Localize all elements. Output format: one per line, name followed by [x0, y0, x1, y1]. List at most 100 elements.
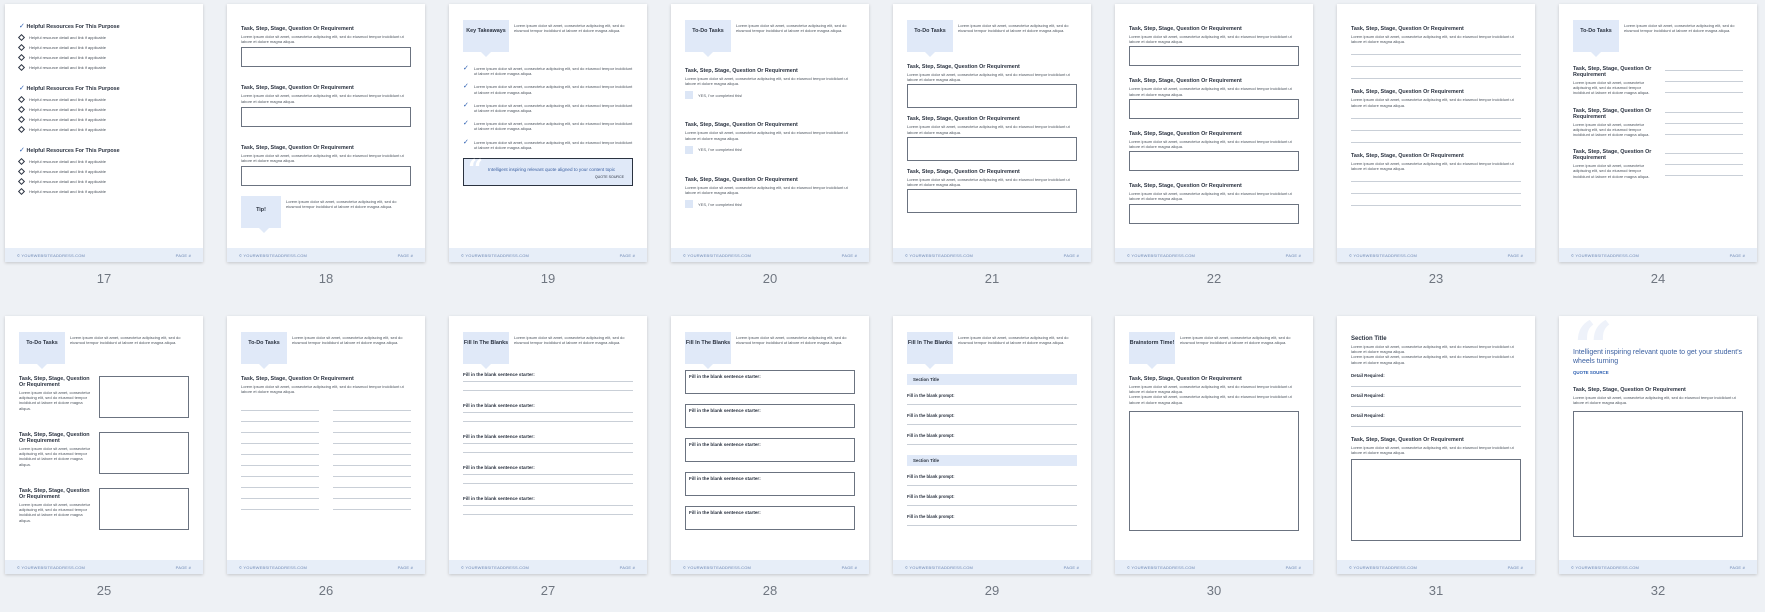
answer-box[interactable]: [99, 488, 189, 530]
answer-line[interactable]: [463, 443, 633, 444]
answer-line[interactable]: [241, 454, 319, 456]
answer-line[interactable]: [1665, 133, 1743, 135]
answer-line[interactable]: [333, 476, 411, 478]
answer-line[interactable]: [241, 476, 319, 478]
answer-line[interactable]: [333, 443, 411, 445]
completed-checkbox[interactable]: YES, I've completed this!: [685, 145, 855, 155]
answer-box[interactable]: [241, 106, 411, 127]
answer-line[interactable]: [463, 452, 633, 453]
answer-line[interactable]: [1351, 78, 1521, 80]
page-thumbnail[interactable]: To-Do Tasks Lorem ipsum dolor sit amet, …: [5, 316, 203, 598]
todo-badge: To-Do Tasks: [685, 20, 731, 57]
answer-line[interactable]: [907, 485, 1077, 486]
answer-line[interactable]: [1351, 405, 1521, 407]
answer-box[interactable]: [1129, 151, 1299, 172]
answer-line[interactable]: [333, 421, 411, 423]
fill-box[interactable]: Fill in the blank sentence starter:: [685, 506, 855, 530]
answer-line[interactable]: [333, 465, 411, 467]
answer-line[interactable]: [1351, 205, 1521, 207]
answer-box[interactable]: [1129, 203, 1299, 224]
page-thumbnail[interactable]: Key Takeaways Lorem ipsum dolor sit amet…: [449, 4, 647, 286]
answer-line[interactable]: [463, 412, 633, 413]
page-thumbnail[interactable]: To-Do Tasks Lorem ipsum dolor sit amet, …: [893, 4, 1091, 286]
page-thumbnail[interactable]: Section Title Lorem ipsum dolor sit amet…: [1337, 316, 1535, 598]
answer-line[interactable]: [241, 465, 319, 467]
answer-line[interactable]: [1665, 122, 1743, 124]
answer-line[interactable]: [907, 525, 1077, 526]
page-thumbnail[interactable]: Task, Step, Stage, Question Or Requireme…: [1115, 4, 1313, 286]
answer-line[interactable]: [907, 444, 1077, 445]
answer-line[interactable]: [1351, 66, 1521, 68]
answer-line[interactable]: [333, 498, 411, 500]
answer-line[interactable]: [1665, 92, 1743, 93]
answer-line[interactable]: [1665, 164, 1743, 166]
answer-line[interactable]: [241, 432, 319, 434]
task-block: Task, Step, Stage, Question Or Requireme…: [241, 26, 411, 68]
completed-checkbox[interactable]: YES, I've completed this!: [685, 199, 855, 209]
answer-line[interactable]: [333, 509, 411, 511]
answer-line[interactable]: [1351, 141, 1521, 143]
answer-line[interactable]: [463, 381, 633, 382]
answer-line[interactable]: [463, 474, 633, 475]
page-thumbnail[interactable]: Fill In The Blanks Lorem ipsum dolor sit…: [893, 316, 1091, 598]
answer-line[interactable]: [333, 432, 411, 434]
answer-line[interactable]: [463, 505, 633, 506]
fill-box[interactable]: Fill in the blank sentence starter:: [685, 370, 855, 394]
answer-line[interactable]: [463, 483, 633, 484]
answer-box[interactable]: [241, 47, 411, 68]
answer-line[interactable]: [241, 498, 319, 500]
page-thumbnail[interactable]: Task, Step, Stage, Question Or Requireme…: [227, 4, 425, 286]
answer-line[interactable]: [1665, 70, 1743, 71]
answer-line[interactable]: [907, 404, 1077, 405]
page-thumbnail[interactable]: ✓ Helpful Resources For This Purpose Hel…: [5, 4, 203, 286]
answer-box[interactable]: [241, 166, 411, 187]
answer-box[interactable]: [1129, 98, 1299, 119]
completed-checkbox[interactable]: YES, I've completed this!: [685, 90, 855, 100]
answer-line[interactable]: [241, 487, 319, 489]
answer-line[interactable]: [241, 509, 319, 511]
answer-line[interactable]: [907, 424, 1077, 425]
answer-line[interactable]: [1665, 175, 1743, 177]
answer-line[interactable]: [1665, 81, 1743, 82]
answer-box[interactable]: [907, 84, 1077, 109]
fill-box[interactable]: Fill in the blank sentence starter:: [685, 404, 855, 428]
answer-box[interactable]: [99, 432, 189, 474]
brainstorm-box[interactable]: [1129, 410, 1299, 531]
page-thumbnail[interactable]: To-Do Tasks Lorem ipsum dolor sit amet, …: [1559, 4, 1757, 286]
answer-line[interactable]: [1351, 385, 1521, 387]
fill-box[interactable]: Fill in the blank sentence starter:: [685, 438, 855, 462]
answer-line[interactable]: [1351, 425, 1521, 427]
answer-line[interactable]: [333, 410, 411, 412]
answer-line[interactable]: [1351, 117, 1521, 119]
fill-box[interactable]: Fill in the blank sentence starter:: [685, 472, 855, 496]
answer-line[interactable]: [1665, 153, 1743, 155]
answer-box[interactable]: [1351, 459, 1521, 542]
answer-box[interactable]: [907, 189, 1077, 214]
page-thumbnail[interactable]: Brainstorm Time! Lorem ipsum dolor sit a…: [1115, 316, 1313, 598]
answer-line[interactable]: [1351, 129, 1521, 131]
answer-line[interactable]: [463, 514, 633, 515]
answer-line[interactable]: [1665, 111, 1743, 113]
answer-line[interactable]: [241, 410, 319, 412]
answer-line[interactable]: [1351, 54, 1521, 56]
answer-box[interactable]: [99, 376, 189, 418]
answer-box[interactable]: [1129, 46, 1299, 67]
answer-line[interactable]: [1351, 181, 1521, 183]
page-thumbnail[interactable]: “ Intelligent inspiring relevant quote t…: [1559, 316, 1757, 598]
answer-line[interactable]: [907, 505, 1077, 506]
answer-line[interactable]: [1351, 193, 1521, 195]
page-number: 31: [1428, 583, 1444, 598]
answer-line[interactable]: [241, 421, 319, 423]
answer-line[interactable]: [333, 454, 411, 456]
page-thumbnail[interactable]: Fill In The Blanks Lorem ipsum dolor sit…: [449, 316, 647, 598]
answer-box[interactable]: [1573, 411, 1743, 538]
page-thumbnail[interactable]: Fill In The Blanks Lorem ipsum dolor sit…: [671, 316, 869, 598]
answer-line[interactable]: [463, 390, 633, 391]
answer-line[interactable]: [463, 421, 633, 422]
page-thumbnail[interactable]: To-Do Tasks Lorem ipsum dolor sit amet, …: [671, 4, 869, 286]
answer-line[interactable]: [241, 443, 319, 445]
page-thumbnail[interactable]: Task, Step, Stage, Question Or Requireme…: [1337, 4, 1535, 286]
page-thumbnail[interactable]: To-Do Tasks Lorem ipsum dolor sit amet, …: [227, 316, 425, 598]
answer-box[interactable]: [907, 136, 1077, 161]
answer-line[interactable]: [333, 487, 411, 489]
